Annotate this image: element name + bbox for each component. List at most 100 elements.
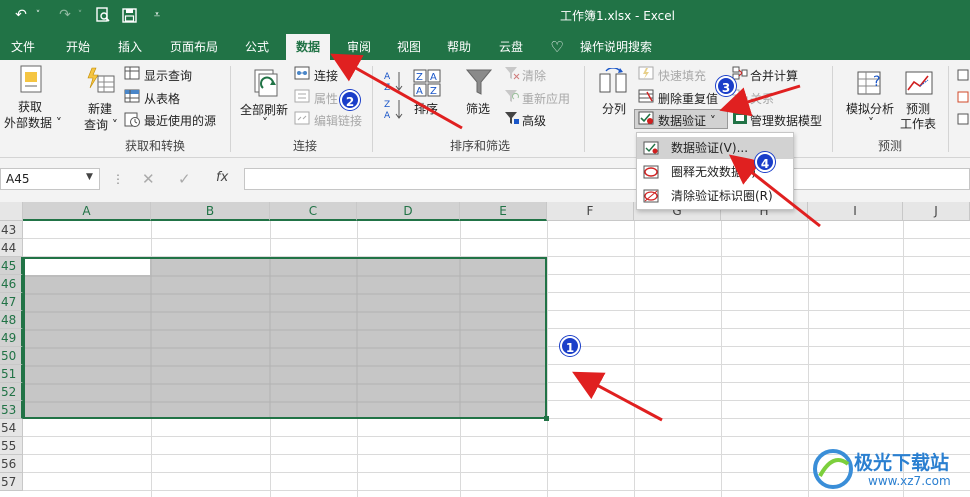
- redo-dropdown-icon[interactable]: ˅: [74, 4, 86, 26]
- select-all-corner[interactable]: [0, 202, 23, 221]
- data-validation-icon[interactable]: [638, 111, 654, 125]
- text-to-columns-icon[interactable]: [598, 67, 628, 98]
- get-external-data-label-2[interactable]: 外部数据 ˅: [4, 114, 62, 131]
- sort-descending-icon[interactable]: ZA: [384, 98, 404, 121]
- title-bar: ↶ ˅ ↷ ˅ ⩡ 工作簿1.xlsx - Excel: [0, 0, 970, 30]
- text-to-columns-button[interactable]: 分列: [602, 100, 626, 117]
- tab-data[interactable]: 数据: [286, 34, 330, 60]
- what-if-analysis-icon[interactable]: ?: [856, 68, 886, 98]
- row-header-57[interactable]: 57: [0, 473, 23, 491]
- tab-help[interactable]: 帮助: [438, 34, 480, 60]
- column-header-i[interactable]: I: [808, 202, 903, 221]
- from-table-button[interactable]: 从表格: [144, 90, 180, 107]
- remove-duplicates-icon[interactable]: [638, 89, 654, 103]
- row-header-43[interactable]: 43: [0, 221, 23, 239]
- refresh-all-label-2[interactable]: ˅: [262, 116, 268, 130]
- grid-line: [23, 238, 970, 239]
- tab-insert[interactable]: 插入: [108, 34, 152, 60]
- what-if-label-1[interactable]: 模拟分析: [846, 100, 894, 117]
- selected-range-a45-e53[interactable]: [23, 257, 547, 419]
- sort-dialog-icon[interactable]: ZAAZ: [412, 68, 442, 98]
- insert-function-icon[interactable]: fx: [216, 170, 228, 185]
- recent-sources-button[interactable]: 最近使用的源: [144, 112, 216, 129]
- manage-data-model-button[interactable]: 管理数据模型: [750, 112, 822, 129]
- new-query-label-1[interactable]: 新建: [88, 100, 112, 117]
- consolidate-button[interactable]: 合并计算: [750, 67, 798, 84]
- column-header-j[interactable]: J: [903, 202, 970, 221]
- cancel-icon[interactable]: ✕: [142, 170, 155, 188]
- customize-qat-icon[interactable]: ⩡: [148, 4, 166, 26]
- consolidate-icon[interactable]: [732, 66, 748, 80]
- show-query-icon[interactable]: [124, 66, 140, 80]
- data-validation-button[interactable]: 数据验证 ˅: [658, 112, 716, 129]
- column-header-c[interactable]: C: [270, 202, 357, 221]
- print-preview-icon[interactable]: [92, 4, 114, 26]
- sort-ascending-icon[interactable]: AZ: [384, 70, 404, 93]
- enter-icon[interactable]: ✓: [178, 170, 191, 188]
- column-header-a[interactable]: A: [23, 202, 151, 221]
- new-query-icon[interactable]: [86, 66, 118, 96]
- name-box-dropdown-icon[interactable]: ▼: [86, 172, 93, 182]
- forecast-sheet-label-2[interactable]: 工作表: [900, 115, 936, 132]
- manage-data-model-icon[interactable]: [732, 111, 748, 125]
- tab-formulas[interactable]: 公式: [236, 34, 278, 60]
- filter-button[interactable]: 筛选: [466, 100, 490, 117]
- active-cell-a45[interactable]: [25, 259, 150, 275]
- refresh-all-icon[interactable]: [251, 66, 281, 98]
- remove-duplicates-button[interactable]: 删除重复值: [658, 90, 718, 107]
- advanced-button[interactable]: 高级: [522, 112, 546, 129]
- forecast-sheet-icon[interactable]: [904, 68, 934, 98]
- advanced-filter-icon[interactable]: [504, 111, 520, 125]
- step-badge-3: 3: [716, 76, 736, 96]
- svg-text:Z: Z: [384, 83, 390, 92]
- column-header-e[interactable]: E: [460, 202, 547, 221]
- undo-dropdown-icon[interactable]: ˅: [32, 4, 44, 26]
- row-header-55[interactable]: 55: [0, 437, 23, 455]
- row-header-51[interactable]: 51: [0, 365, 23, 383]
- recent-sources-icon[interactable]: [124, 111, 140, 127]
- row-header-46[interactable]: 46: [0, 275, 23, 293]
- tab-page-layout[interactable]: 页面布局: [162, 34, 226, 60]
- row-header-53[interactable]: 53: [0, 401, 23, 419]
- row-header-47[interactable]: 47: [0, 293, 23, 311]
- row-header-48[interactable]: 48: [0, 311, 23, 329]
- tab-file[interactable]: 文件: [4, 34, 42, 60]
- name-box[interactable]: A45: [0, 168, 100, 190]
- from-table-icon[interactable]: [124, 89, 140, 103]
- get-external-data-icon[interactable]: [16, 64, 46, 96]
- row-header-54[interactable]: 54: [0, 419, 23, 437]
- tab-tell-me[interactable]: 操作说明搜索: [572, 34, 660, 60]
- column-header-d[interactable]: D: [357, 202, 460, 221]
- show-query-button[interactable]: 显示查询: [144, 67, 192, 84]
- redo-icon[interactable]: ↷: [54, 4, 76, 26]
- connections-button[interactable]: 连接: [314, 67, 338, 84]
- menu-item-clear-circles[interactable]: 清除验证标识圈(R): [637, 185, 793, 207]
- tab-view[interactable]: 视图: [388, 34, 430, 60]
- column-header-b[interactable]: B: [151, 202, 270, 221]
- get-external-data-label-1[interactable]: 获取: [18, 98, 42, 115]
- filter-icon[interactable]: [464, 66, 494, 98]
- group-sort-filter-label: 排序和筛选: [449, 139, 510, 153]
- row-header-45[interactable]: 45: [0, 257, 23, 275]
- sort-button[interactable]: 排序: [414, 100, 438, 117]
- formula-bar-options-icon[interactable]: ⋮: [112, 172, 124, 186]
- outline-icon[interactable]: [956, 68, 970, 128]
- row-header-50[interactable]: 50: [0, 347, 23, 365]
- connections-icon[interactable]: [294, 66, 310, 80]
- row-header-56[interactable]: 56: [0, 455, 23, 473]
- row-header-52[interactable]: 52: [0, 383, 23, 401]
- group-forecast-label: 预测: [877, 139, 902, 153]
- formula-input[interactable]: [244, 168, 970, 190]
- tab-review[interactable]: 审阅: [338, 34, 380, 60]
- undo-icon[interactable]: ↶: [10, 4, 32, 26]
- save-icon[interactable]: [118, 4, 140, 26]
- new-query-label-2[interactable]: 查询 ˅: [84, 116, 118, 133]
- column-header-f[interactable]: F: [547, 202, 634, 221]
- row-header-49[interactable]: 49: [0, 329, 23, 347]
- row-header-44[interactable]: 44: [0, 239, 23, 257]
- tab-cloud[interactable]: 云盘: [490, 34, 532, 60]
- fill-handle[interactable]: [544, 416, 549, 421]
- what-if-label-2[interactable]: ˅: [868, 116, 874, 130]
- tab-home[interactable]: 开始: [56, 34, 100, 60]
- clear-button: 清除: [522, 69, 547, 83]
